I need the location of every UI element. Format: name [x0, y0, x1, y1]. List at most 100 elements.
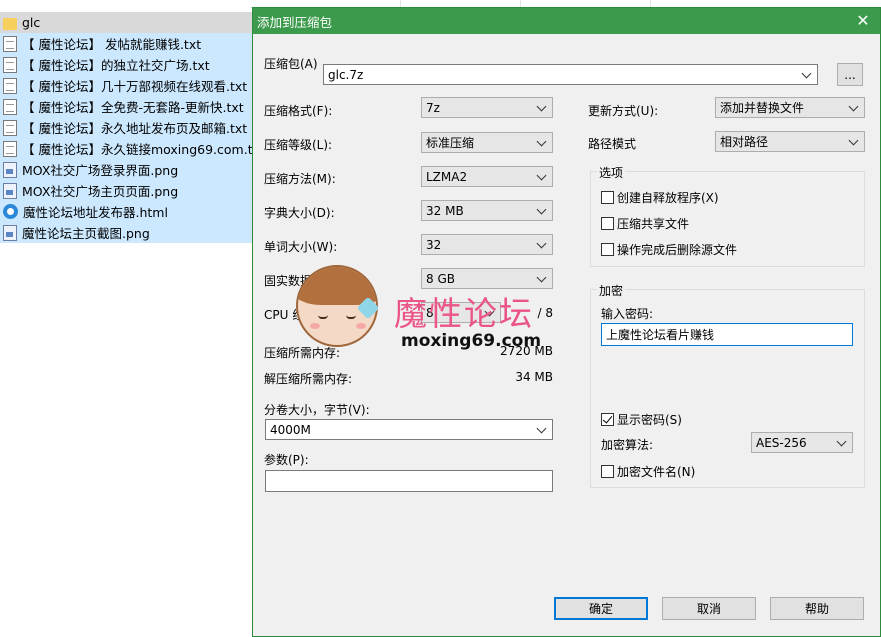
watermark-title: 魔性论坛 [394, 294, 534, 333]
level-value: 标准压缩 [426, 136, 475, 150]
checkbox-box [601, 465, 614, 478]
word-size-label: 单词大小(W): [264, 240, 338, 254]
archive-path-combo[interactable]: glc.7z [323, 64, 818, 85]
delete-after-checkbox[interactable]: 操作完成后删除源文件 [601, 241, 737, 258]
memory-compress-label: 压缩所需内存: [264, 346, 341, 360]
file-row[interactable]: glc [0, 12, 252, 33]
path-mode-label: 路径模式 [588, 137, 637, 151]
file-row[interactable]: 魔性论坛地址发布器.html [0, 201, 252, 222]
memory-decompress-label: 解压缩所需内存: [264, 372, 353, 386]
chevron-down-icon [848, 101, 860, 114]
image-file-icon [3, 182, 17, 199]
path-mode-value: 相对路径 [720, 135, 769, 149]
chevron-down-icon [536, 136, 548, 149]
file-row[interactable]: 【 魔性论坛】全免费-无套路-更新快.txt [0, 96, 252, 117]
archive-label: 压缩包(A) [264, 57, 318, 71]
encrypt-filenames-label: 加密文件名(N) [617, 465, 696, 479]
options-group-title: 选项 [597, 164, 626, 181]
update-mode-value: 添加并替换文件 [720, 101, 805, 115]
solid-block-value: 8 GB [426, 271, 455, 286]
encryption-method-select[interactable]: AES-256 [751, 432, 853, 453]
compress-shared-checkbox[interactable]: 压缩共享文件 [601, 215, 689, 232]
compress-shared-label: 压缩共享文件 [617, 217, 690, 231]
create-sfx-label: 创建自释放程序(X) [617, 191, 719, 205]
file-row[interactable]: 魔性论坛主页截图.png [0, 222, 252, 243]
browse-button[interactable]: ... [837, 63, 863, 86]
checkbox-box [601, 191, 614, 204]
watermark-url: moxing69.com [401, 331, 542, 351]
encryption-method-value: AES-256 [756, 435, 807, 450]
checkbox-checked-box [601, 413, 614, 426]
image-file-icon [3, 161, 17, 178]
password-label: 输入密码: [601, 307, 654, 321]
level-select[interactable]: 标准压缩 [421, 132, 553, 153]
format-label: 压缩格式(F): [264, 104, 333, 118]
split-volume-combo[interactable]: 4000M [265, 419, 553, 440]
file-name: MOX社交广场登录界面.png [22, 163, 179, 178]
parameters-label: 参数(P): [264, 453, 309, 467]
text-file-icon [3, 98, 17, 115]
file-row[interactable]: 【 魔性论坛】的独立社交广场.txt [0, 54, 252, 75]
text-file-icon [3, 119, 17, 136]
show-password-label: 显示密码(S) [617, 413, 682, 427]
file-list: glc 【 魔性论坛】 发帖就能赚钱.txt 【 魔性论坛】的独立社交广场.txt 【… [0, 12, 252, 243]
file-row[interactable]: 【 魔性论坛】永久地址发布页及邮箱.txt [0, 117, 252, 138]
checkbox-box [601, 217, 614, 230]
encryption-method-label: 加密算法: [601, 438, 654, 452]
format-select[interactable]: 7z [421, 97, 553, 118]
mascot-eye [346, 315, 356, 319]
file-name: 魔性论坛主页截图.png [22, 226, 150, 241]
parameters-input[interactable] [265, 470, 553, 492]
dictionary-select[interactable]: 32 MB [421, 200, 553, 221]
dictionary-label: 字典大小(D): [264, 206, 335, 220]
method-select[interactable]: LZMA2 [421, 166, 553, 187]
show-password-checkbox[interactable]: 显示密码(S) [601, 411, 682, 428]
close-icon[interactable]: ✕ [854, 12, 872, 30]
file-row[interactable]: MOX社交广场主页页面.png [0, 180, 252, 201]
file-name: 【 魔性论坛】几十万部视频在线观看.txt [22, 79, 248, 94]
archive-path-value: glc.7z [328, 67, 364, 82]
file-name: MOX社交广场主页页面.png [22, 184, 179, 199]
word-size-select[interactable]: 32 [421, 234, 553, 255]
update-mode-label: 更新方式(U): [588, 104, 659, 118]
chevron-down-icon [536, 423, 548, 436]
file-name: 【 魔性论坛】永久链接moxing69.com.txt [22, 142, 252, 157]
word-size-value: 32 [426, 237, 442, 252]
method-label: 压缩方法(M): [264, 172, 336, 186]
file-row[interactable]: 【 魔性论坛】 发帖就能赚钱.txt [0, 33, 252, 54]
text-file-icon [3, 56, 17, 73]
dictionary-value: 32 MB [426, 203, 464, 218]
solid-block-select[interactable]: 8 GB [421, 268, 553, 289]
mascot-cheek [356, 323, 366, 329]
split-volume-label: 分卷大小，字节(V): [264, 403, 370, 417]
update-mode-select[interactable]: 添加并替换文件 [715, 97, 865, 118]
password-input[interactable]: 上魔性论坛看片赚钱 [601, 323, 853, 346]
file-name: 【 魔性论坛】永久地址发布页及邮箱.txt [22, 121, 248, 136]
delete-after-label: 操作完成后删除源文件 [617, 243, 738, 257]
file-row[interactable]: MOX社交广场登录界面.png [0, 159, 252, 180]
chevron-down-icon [536, 204, 548, 217]
file-name: 【 魔性论坛】 发帖就能赚钱.txt [22, 37, 202, 52]
file-row[interactable]: 【 魔性论坛】永久链接moxing69.com.txt [0, 138, 252, 159]
text-file-icon [3, 140, 17, 157]
folder-icon [3, 17, 17, 30]
level-label: 压缩等级(L): [264, 138, 333, 152]
help-button[interactable]: 帮助 [770, 597, 864, 620]
encrypt-filenames-checkbox[interactable]: 加密文件名(N) [601, 463, 695, 480]
mascot-eye [318, 315, 328, 319]
ok-button[interactable]: 确定 [554, 597, 648, 620]
chevron-down-icon [536, 170, 548, 183]
chevron-down-icon [848, 135, 860, 148]
cancel-button[interactable]: 取消 [662, 597, 756, 620]
text-file-icon [3, 35, 17, 52]
create-sfx-checkbox[interactable]: 创建自释放程序(X) [601, 189, 719, 206]
chevron-down-icon [536, 238, 548, 251]
chevron-down-icon [836, 436, 848, 449]
file-name: 【 魔性论坛】的独立社交广场.txt [22, 58, 210, 73]
file-row[interactable]: 【 魔性论坛】几十万部视频在线观看.txt [0, 75, 252, 96]
memory-decompress-value: 34 MB [515, 370, 553, 384]
mascot-cheek [310, 323, 320, 329]
path-mode-select[interactable]: 相对路径 [715, 131, 865, 152]
format-value: 7z [426, 100, 440, 115]
file-name: 【 魔性论坛】全免费-无套路-更新快.txt [22, 100, 244, 115]
